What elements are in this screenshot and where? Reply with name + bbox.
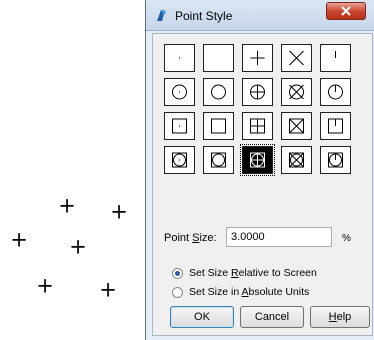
relative-to-screen-option[interactable]: Set Size Relative to Screen: [172, 266, 317, 280]
point-marker[interactable]: +: [109, 201, 130, 223]
point-style-square-x[interactable]: [281, 112, 312, 140]
point-style-square-icon: [211, 118, 226, 134]
point-marker[interactable]: +: [68, 236, 89, 258]
absolute-units-option[interactable]: Set Size in Absolute Units: [172, 285, 309, 299]
point-style-square-tick-icon: [328, 118, 343, 134]
point-marker[interactable]: +: [9, 229, 30, 251]
point-style-x[interactable]: [281, 44, 312, 72]
point-style-square-circle-x-icon: [289, 152, 304, 168]
point-style-circle-plus-icon: [250, 84, 265, 100]
dialog-client: Point Size: % Set Size Relative to Scree…: [152, 33, 373, 336]
point-style-square-circle-dot[interactable]: [164, 146, 195, 174]
point-style-square-circle-dot-icon: [172, 152, 187, 168]
point-style-plus-icon: [250, 51, 265, 65]
point-style-square-circle-tick[interactable]: [320, 146, 351, 174]
point-style-tick[interactable]: [320, 44, 351, 72]
point-style-tick-icon: [335, 51, 336, 58]
point-style-x-icon: [289, 50, 304, 66]
point-style-square-tick[interactable]: [320, 112, 351, 140]
point-marker[interactable]: +: [98, 279, 119, 301]
point-style-circle-plus[interactable]: [242, 78, 273, 106]
point-style-square-dot[interactable]: [164, 112, 195, 140]
point-size-input[interactable]: [226, 227, 332, 247]
point-marker[interactable]: +: [35, 275, 56, 297]
radio-relative[interactable]: [172, 267, 183, 279]
point-style-square-circle-tick-icon: [328, 152, 343, 168]
size-unit-label: %: [342, 233, 351, 244]
point-marker[interactable]: +: [57, 195, 78, 217]
point-style-circle-tick[interactable]: [320, 78, 351, 106]
help-button[interactable]: Help: [310, 306, 370, 328]
point-style-circle-x-icon: [289, 84, 304, 100]
point-style-square-dot-icon: [172, 118, 187, 134]
point-style-square-circle-plus[interactable]: [240, 144, 275, 176]
point-style-circle-x[interactable]: [281, 78, 312, 106]
point-style-square-circle-icon: [211, 152, 226, 168]
close-button[interactable]: [326, 2, 366, 20]
point-style-none-icon: [204, 45, 233, 71]
point-style-circle-tick-icon: [328, 84, 343, 100]
point-style-dialog: Point Style Point Size: % Set Size Relat…: [145, 0, 374, 340]
point-style-square-circle-plus-icon: [250, 152, 265, 168]
point-style-square-plus-icon: [250, 118, 265, 134]
autocad-app-icon: [157, 10, 166, 21]
radio-absolute-label: Set Size in Absolute Units: [189, 286, 310, 298]
point-style-square-circle-x[interactable]: [281, 146, 312, 174]
point-size-label: Point Size:: [164, 232, 217, 244]
point-style-circle-icon: [211, 84, 226, 100]
dialog-title: Point Style: [175, 9, 233, 23]
point-style-dot-icon: [179, 57, 180, 59]
point-style-dot[interactable]: [164, 44, 195, 72]
point-style-circle[interactable]: [203, 78, 234, 106]
radio-relative-label: Set Size Relative to Screen: [189, 267, 317, 279]
point-style-square-plus[interactable]: [242, 112, 273, 140]
point-style-plus[interactable]: [242, 44, 273, 72]
point-style-square-circle[interactable]: [203, 146, 234, 174]
point-style-none[interactable]: [203, 44, 234, 72]
cancel-button[interactable]: Cancel: [240, 306, 304, 328]
point-style-circle-dot[interactable]: [164, 78, 195, 106]
point-style-square[interactable]: [203, 112, 234, 140]
radio-absolute[interactable]: [172, 286, 183, 298]
point-style-circle-dot-icon: [172, 84, 187, 100]
point-style-square-x-icon: [289, 118, 304, 134]
ok-button[interactable]: OK: [170, 306, 234, 328]
close-icon: [341, 6, 351, 16]
title-bar[interactable]: Point Style: [146, 0, 374, 31]
